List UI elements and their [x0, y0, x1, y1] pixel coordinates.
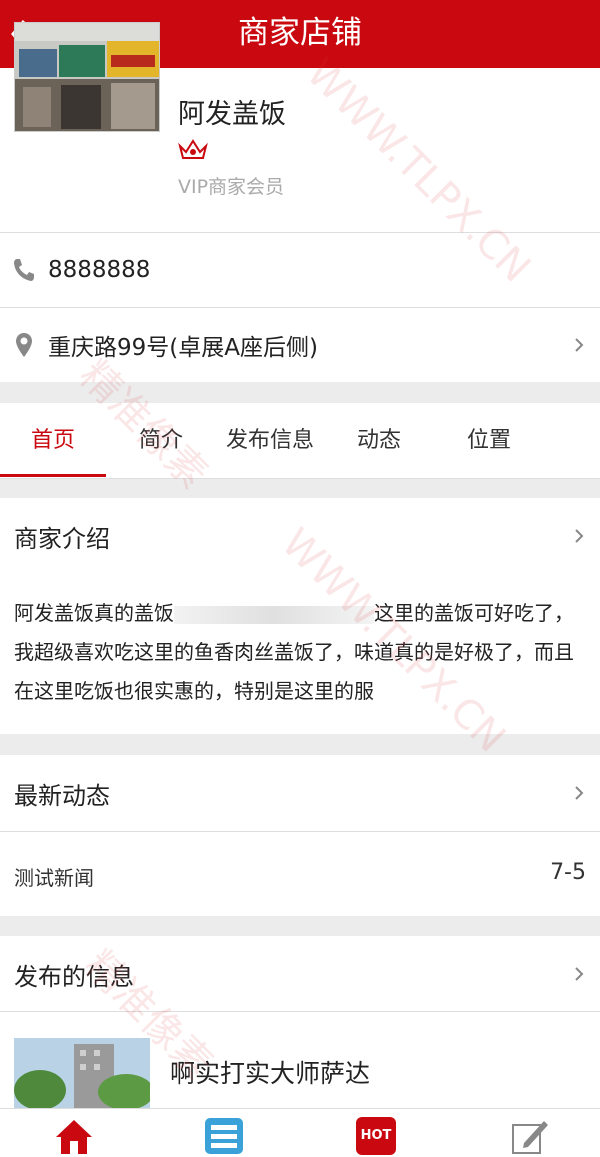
news-date: 7-5 [550, 860, 586, 885]
tab-bar: 首页 简介 发布信息 动态 位置 [0, 403, 600, 479]
vip-level-label: VIP商家会员 [178, 176, 285, 198]
redacted-blur [174, 605, 374, 624]
intro-text-start: 阿发盖饭真的盖饭 [14, 601, 174, 625]
news-section-header[interactable]: 最新动态 [0, 755, 600, 831]
address-row[interactable]: 重庆路99号(卓展A座后侧) [0, 308, 600, 382]
tab-home[interactable]: 首页 [0, 403, 106, 479]
list-icon[interactable] [204, 1117, 244, 1155]
home-icon[interactable] [54, 1117, 94, 1155]
phone-row[interactable]: 8888888 [0, 233, 600, 307]
tab-posts[interactable]: 发布信息 [216, 403, 324, 479]
list-item[interactable]: 测试新闻 7-5 [0, 832, 600, 916]
shop-photo [14, 22, 160, 132]
info-thumbnail [14, 1038, 150, 1108]
chevron-right-icon [575, 786, 584, 800]
edit-icon[interactable] [510, 1117, 550, 1155]
news-heading: 最新动态 [14, 781, 110, 810]
chevron-right-icon [575, 967, 584, 981]
intro-section-header[interactable]: 商家介绍 [0, 498, 600, 574]
intro-text: 阿发盖饭真的盖饭 这里的盖饭可好吃了，我超级喜欢吃这里的鱼香肉丝盖饭了，味道真的是… [0, 574, 600, 734]
bottom-navigation-bar: HOT [0, 1108, 600, 1157]
phone-number: 8888888 [48, 257, 151, 283]
divider [0, 478, 600, 479]
chevron-right-icon [575, 529, 584, 543]
list-item[interactable]: 啊实打实大师萨达 [0, 1012, 600, 1108]
address-text: 重庆路99号(卓展A座后侧) [48, 335, 318, 361]
info-title: 啊实打实大师萨达 [170, 1059, 371, 1088]
info-section-header[interactable]: 发布的信息 [0, 936, 600, 1012]
tab-location[interactable]: 位置 [434, 403, 544, 479]
location-pin-icon [16, 333, 32, 357]
active-tab-indicator [0, 474, 106, 477]
intro-heading: 商家介绍 [14, 524, 110, 553]
vip-crown-icon [178, 139, 208, 159]
news-title: 测试新闻 [14, 866, 94, 890]
tab-updates[interactable]: 动态 [324, 403, 434, 479]
tab-about[interactable]: 简介 [106, 403, 216, 479]
hot-icon[interactable]: HOT [356, 1117, 396, 1155]
chevron-right-icon [575, 338, 584, 352]
info-heading: 发布的信息 [14, 962, 134, 991]
shop-name: 阿发盖饭 [178, 99, 286, 130]
phone-icon [14, 259, 34, 281]
